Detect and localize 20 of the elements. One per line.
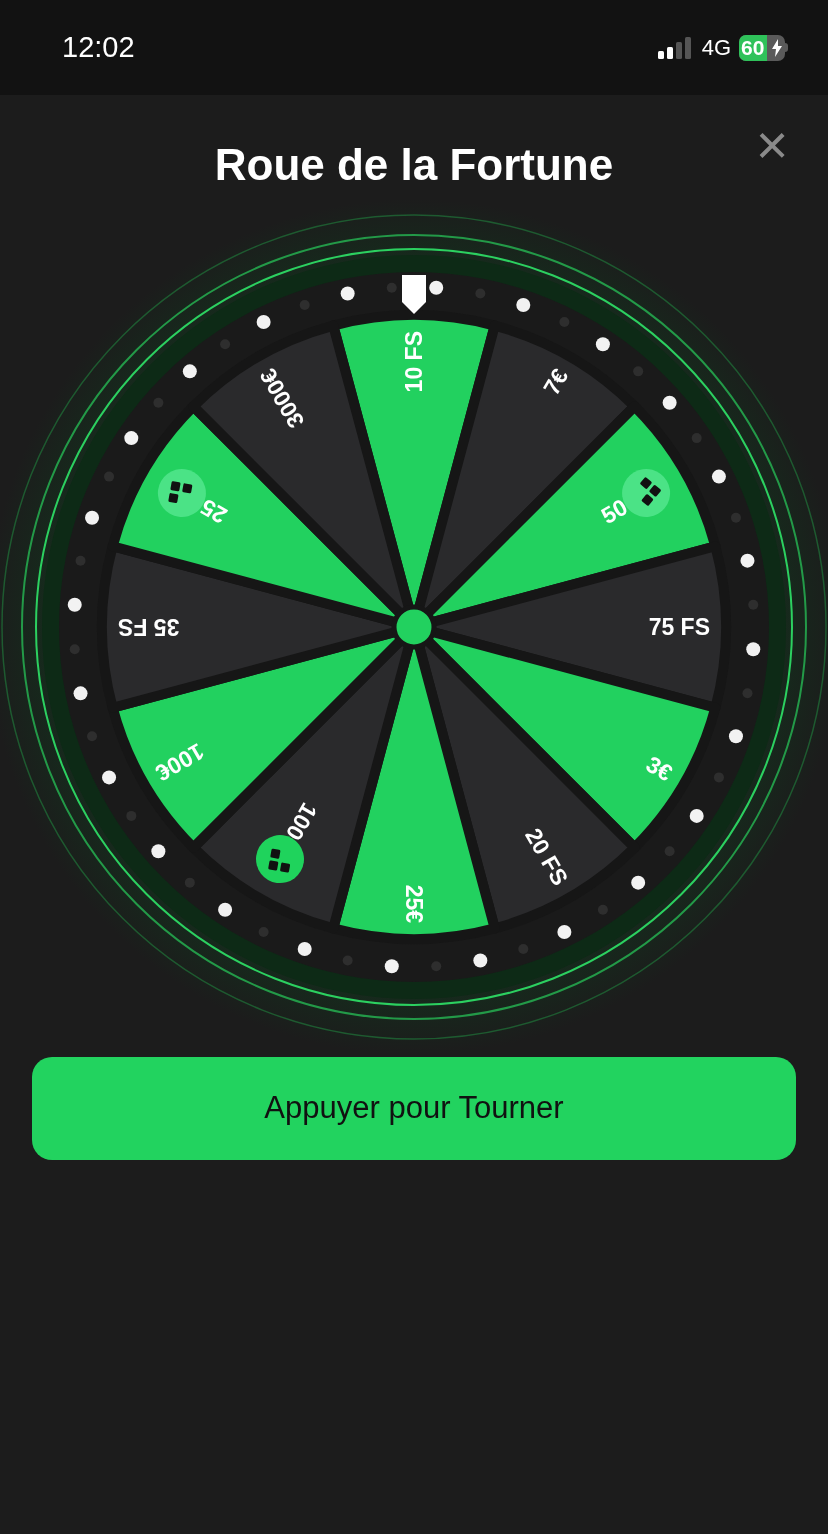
prize-label: 7€ xyxy=(537,364,574,400)
prize-label: 50 xyxy=(596,493,632,530)
status-time: 12:02 xyxy=(62,29,135,65)
prize-label: 3€ xyxy=(641,750,677,787)
dialog-title: Roue de la Fortune xyxy=(214,139,614,191)
prize-label: 25 xyxy=(196,493,232,530)
pointer-icon xyxy=(402,275,426,314)
battery-indicator: 60 xyxy=(739,34,788,61)
network-label: 4G xyxy=(701,34,731,62)
prize-label: 20 FS xyxy=(520,823,574,890)
prize-label: 100 xyxy=(280,798,323,845)
prize-label: 35 FS xyxy=(118,614,180,640)
close-button[interactable]: × xyxy=(752,125,792,165)
wheel-hub xyxy=(391,604,437,650)
prize-label: 10 FS xyxy=(401,331,427,393)
signal-icon xyxy=(657,36,694,59)
prize-label: 100€ xyxy=(151,738,209,787)
prize-label: 25€ xyxy=(401,884,427,923)
spin-button[interactable]: Appuyer pour Tourner xyxy=(32,1057,796,1160)
prize-label: 75 FS xyxy=(648,614,710,640)
